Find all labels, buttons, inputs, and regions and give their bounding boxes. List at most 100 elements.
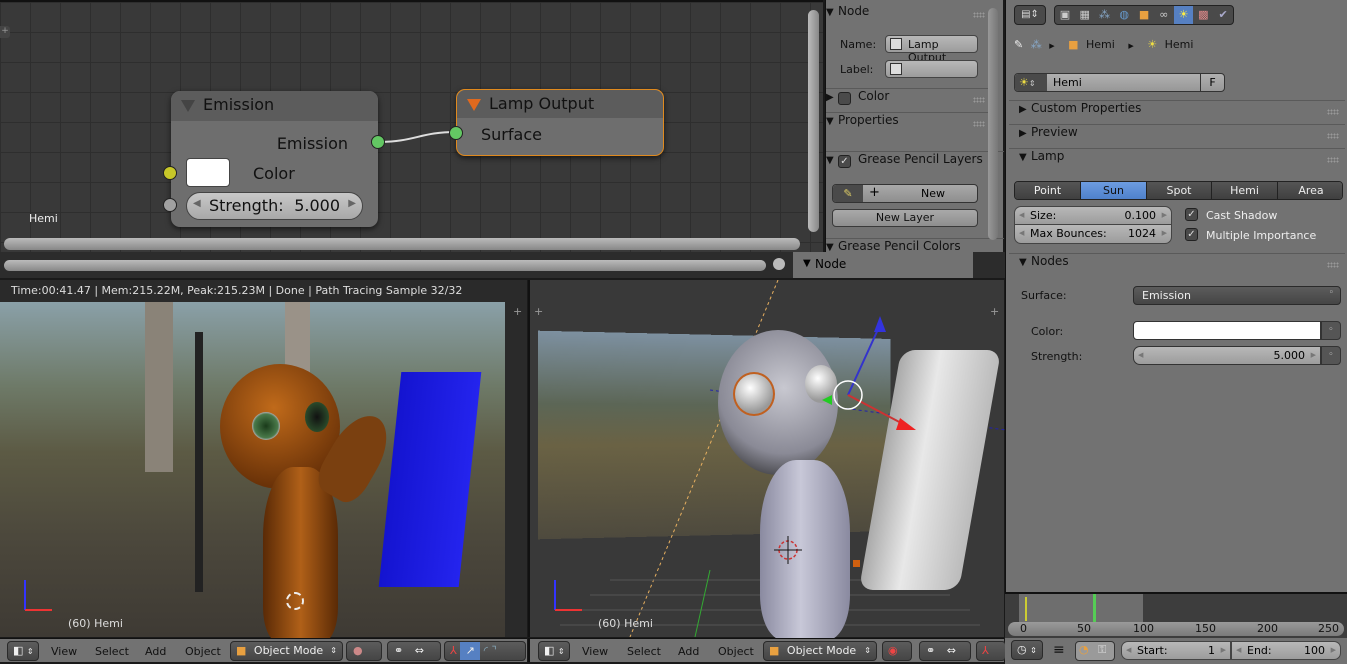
drag-grip-icon[interactable] [973,12,985,18]
decrement-arrow-icon[interactable]: ◀ [1138,351,1143,359]
keying-toggle[interactable]: ◔ ⚿ [1075,641,1115,661]
end-frame-field[interactable]: ◀ End: 100 ▶ [1231,641,1341,660]
horizontal-scrollbar[interactable] [4,238,800,250]
emission-output-socket[interactable] [371,135,385,149]
decrement-arrow-icon[interactable]: ◀ [1126,646,1131,654]
pivot-selector[interactable]: ⚭ ⇔ [387,641,441,661]
render-layers-tab-icon[interactable]: ▦ [1075,6,1095,24]
add-region-button[interactable]: + [990,305,999,318]
drag-grip-icon[interactable] [1327,157,1339,163]
menu-add[interactable]: Add [145,645,166,658]
menu-icon[interactable]: ≡ [1053,642,1065,658]
constraints-tab-icon[interactable]: ∞ [1154,6,1174,24]
lamp-browse-icon[interactable]: ☀⇕ [1015,74,1047,91]
rendered-viewport[interactable]: Time:00:41.47 | Mem:215.22M, Peak:215.23… [0,280,527,642]
decrement-arrow-icon[interactable]: ◀ [193,198,201,209]
custom-properties-header[interactable]: ▶ Custom Properties [1009,100,1345,122]
increment-arrow-icon[interactable]: ▶ [1162,211,1167,219]
lamp-output-node-header[interactable]: Lamp Output [457,90,663,118]
lamp-type-point[interactable]: Point [1015,182,1081,199]
color-input-socket[interactable] [163,166,177,180]
pivot-selector[interactable]: ⚭ ⇔ [919,641,971,661]
vertical-scrollbar[interactable] [808,10,819,232]
scale-icon[interactable]: ⌝ [492,644,497,657]
color-field[interactable] [1133,321,1321,340]
menu-view[interactable]: View [51,645,77,658]
nodes-header[interactable]: ▼ Nodes [1009,253,1345,275]
color-checkbox[interactable] [838,92,851,105]
texture-tab-icon[interactable]: ▩ [1193,6,1213,24]
menu-select[interactable]: Select [95,645,129,658]
editor-type-button[interactable]: ◷ ⇕ [1011,640,1043,660]
max-bounces-field[interactable]: ◀ Max Bounces: 1024 ▶ [1014,225,1172,244]
drag-grip-icon[interactable] [1327,262,1339,268]
multiple-importance-checkbox[interactable]: ✓ [1185,228,1198,241]
pin-icon[interactable]: ✎ [1014,38,1023,51]
panel-scrollbar[interactable] [988,8,998,240]
render-tab-icon[interactable]: ▣ [1055,6,1075,24]
world-tab-icon[interactable]: ◍ [1114,6,1134,24]
translate-icon[interactable]: ↗ [460,642,481,660]
lamp-header[interactable]: ▼ Lamp [1009,148,1345,170]
color-link-button[interactable]: ◦ [1321,321,1341,340]
transform-manipulator[interactable] [530,280,1006,637]
cast-shadow-checkbox[interactable]: ✓ [1185,208,1198,221]
editor-type-button[interactable]: ◧ ⇕ [7,641,39,661]
increment-arrow-icon[interactable]: ▶ [1311,351,1316,359]
color-section-header[interactable]: ▶ Color [826,88,991,110]
increment-arrow-icon[interactable]: ▶ [1331,646,1336,654]
node-name-field[interactable]: Lamp Output [885,35,978,64]
drag-grip-icon[interactable] [1327,109,1339,115]
surface-input-socket[interactable] [449,126,463,140]
strength-link-button[interactable]: ◦ [1321,346,1341,365]
drag-grip-icon[interactable] [1327,133,1339,139]
start-frame-field[interactable]: ◀ Start: 1 ▶ [1121,641,1231,660]
object-tab-icon[interactable]: ■ [1134,6,1154,24]
lamp-output-node[interactable]: Lamp Output Surface [456,89,664,156]
editor-type-button[interactable]: ▤⇕ [1014,5,1046,25]
preview-header[interactable]: ▶ Preview [1009,124,1345,146]
scroll-knob[interactable] [773,258,785,270]
size-field[interactable]: ◀ Size: 0.100 ▶ [1014,206,1172,225]
lamp-datablock-selector[interactable]: ☀⇕ Hemi F [1014,73,1225,92]
lamp-data-tab-icon[interactable]: ☀ [1173,6,1194,24]
strength-field[interactable]: ◀ Strength: 5.000 ▶ [186,192,363,220]
drag-grip-icon[interactable] [973,121,985,127]
new-layer-button[interactable]: New Layer [832,209,978,227]
check-tab-icon[interactable]: ✔ [1213,6,1233,24]
collapse-icon[interactable] [181,100,195,112]
grease-pencil-datablock[interactable]: ✎ + New [832,184,978,203]
node-editor[interactable]: + Emission Emission Color ◀ Strength: 5.… [0,0,823,252]
current-frame-marker[interactable] [1093,594,1096,622]
increment-arrow-icon[interactable]: ▶ [1162,229,1167,237]
node-footer-panel[interactable]: ▼ Node [793,252,973,278]
horizontal-scrollbar[interactable] [4,260,766,271]
frame-ruler[interactable]: 0 50 100 150 200 250 [1008,622,1344,636]
mode-selector[interactable]: ■ Object Mode ⇕ [230,641,343,661]
node-label-field[interactable] [885,60,978,78]
drag-grip-icon[interactable] [973,97,985,103]
grease-pencil-checkbox[interactable]: ✓ [838,155,851,168]
lamp-type-area[interactable]: Area [1278,182,1342,199]
menu-add[interactable]: Add [678,645,699,658]
3d-viewport[interactable]: + + (60) Hemi [528,280,1006,640]
node-section-header[interactable]: ▼ Node [826,4,991,26]
rotate-icon[interactable]: ◜ [484,644,488,657]
decrement-arrow-icon[interactable]: ◀ [1019,229,1024,237]
menu-select[interactable]: Select [627,645,661,658]
increment-arrow-icon[interactable]: ▶ [348,198,356,209]
fake-user-button[interactable]: F [1200,74,1224,91]
collapse-icon[interactable] [467,99,481,111]
emission-node-header[interactable]: Emission [171,91,378,121]
lamp-type-sun[interactable]: Sun [1081,182,1147,199]
surface-shader-selector[interactable]: Emission ◦ [1133,286,1341,305]
strength-field[interactable]: ◀ 5.000 ▶ [1133,346,1321,365]
shading-selector[interactable]: ● [346,641,382,661]
color-swatch[interactable] [186,158,230,187]
shading-selector[interactable]: ◉ [882,641,912,661]
decrement-arrow-icon[interactable]: ◀ [1019,211,1024,219]
lamp-type-hemi[interactable]: Hemi [1212,182,1278,199]
scene-tab-icon[interactable]: ⁂ [1095,6,1115,24]
mode-selector[interactable]: ■ Object Mode ⇕ [763,641,877,661]
editor-type-button[interactable]: ◧ ⇕ [538,641,570,661]
